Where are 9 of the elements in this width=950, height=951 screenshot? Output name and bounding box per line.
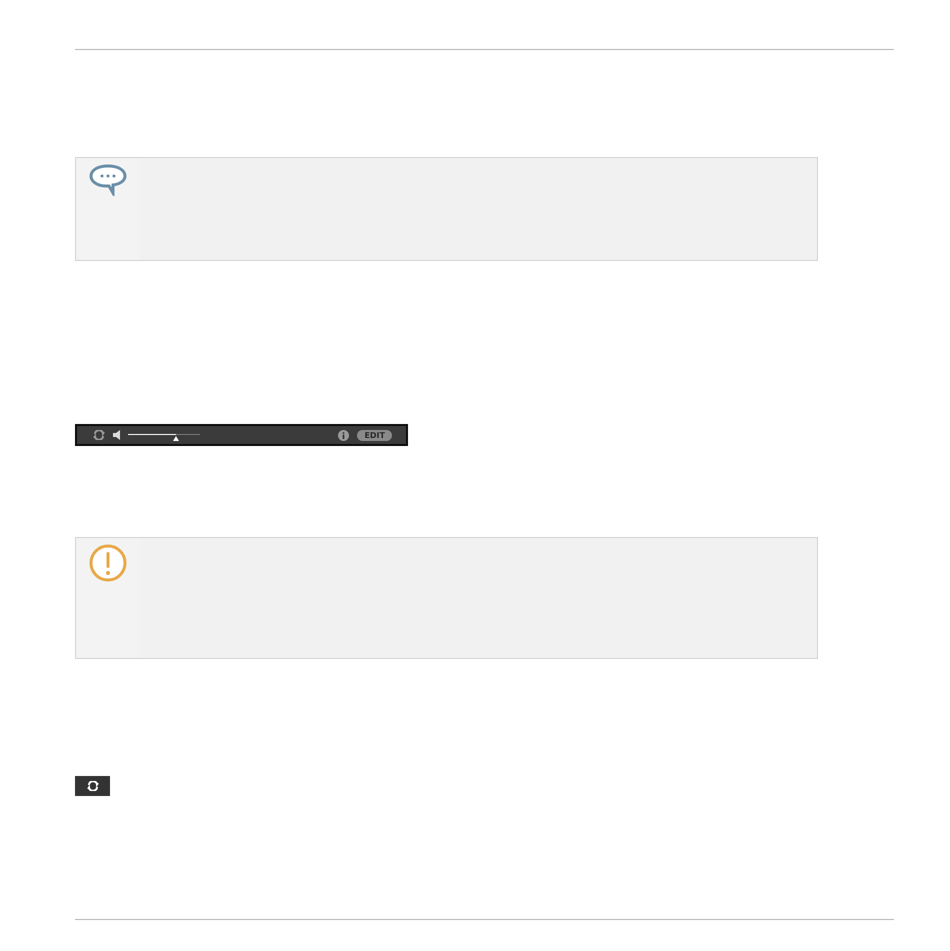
speech-bubble-icon (89, 164, 127, 196)
sync-icon (86, 781, 98, 791)
exclamation-icon (89, 544, 127, 582)
sync-icon (93, 430, 105, 440)
volume-slider[interactable] (128, 434, 200, 442)
sync-button[interactable] (75, 776, 110, 796)
edit-button[interactable]: EDIT (357, 430, 392, 440)
speaker-icon[interactable] (113, 430, 120, 440)
info-icon[interactable] (338, 430, 350, 440)
